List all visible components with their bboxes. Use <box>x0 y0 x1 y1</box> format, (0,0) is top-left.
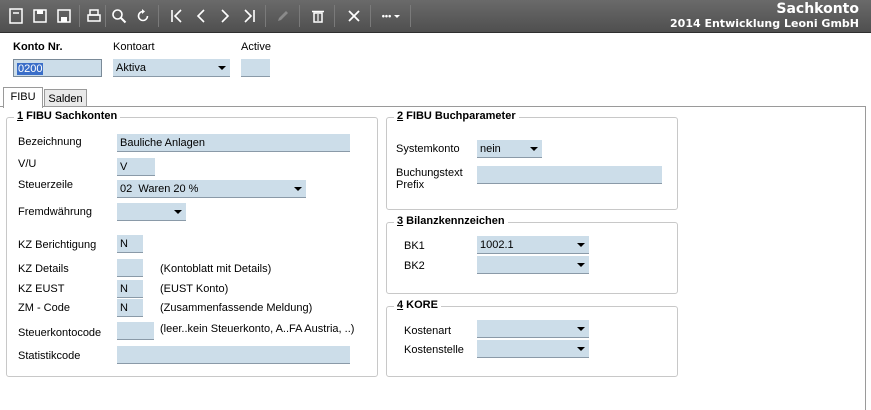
bezeichnung-value: Bauliche Anlagen <box>120 137 206 149</box>
group-fibu-buchparameter: 2 FIBU Buchparameter <box>386 110 678 210</box>
kz-details-label: KZ Details <box>18 263 69 275</box>
chevron-down-icon <box>530 147 538 151</box>
active-label: Active <box>241 41 271 53</box>
kz-berichtigung-value: N <box>120 238 128 250</box>
kostenart-select[interactable] <box>477 320 589 338</box>
first-record-icon[interactable] <box>167 6 187 26</box>
kz-berichtigung-label: KZ Berichtigung <box>18 239 97 251</box>
kontoart-select[interactable]: Aktiva <box>113 59 230 77</box>
bk1-select[interactable]: 1002.1 <box>477 236 589 254</box>
window-title: Sachkonto <box>776 1 859 17</box>
konto-nr-input[interactable]: 0200 <box>13 59 102 77</box>
kz-eust-label: KZ EUST <box>18 283 65 295</box>
previous-record-icon[interactable] <box>191 6 211 26</box>
steuerkontocode-hint: (leer..kein Steuerkonto, A..FA Austria, … <box>160 323 355 335</box>
zm-code-hint: (Zusammenfassende Meldung) <box>160 302 313 314</box>
bezeichnung-label: Bezeichnung <box>18 136 82 148</box>
active-input[interactable] <box>241 59 270 77</box>
refresh-icon[interactable] <box>133 6 153 26</box>
bk2-label: BK2 <box>404 260 425 272</box>
kz-berichtigung-input[interactable]: N <box>117 235 143 253</box>
print-icon[interactable] <box>84 6 104 26</box>
edit-icon[interactable] <box>273 6 293 26</box>
kostenart-label: Kostenart <box>404 325 452 337</box>
statistikcode-input[interactable] <box>117 346 350 364</box>
chevron-down-icon <box>577 327 585 331</box>
chevron-down-icon <box>577 243 585 247</box>
buchungstext-prefix-input[interactable] <box>477 166 662 184</box>
zm-code-value: N <box>120 302 128 314</box>
save-icon[interactable] <box>30 6 50 26</box>
bezeichnung-input[interactable]: Bauliche Anlagen <box>117 134 350 152</box>
window-title-block: Sachkonto 2014 Entwicklung Leoni GmbH <box>670 1 859 31</box>
fremdwaehrung-label: Fremdwährung <box>18 206 92 218</box>
buchungstext-label-line2: Prefix <box>396 179 425 191</box>
chevron-down-icon <box>294 187 302 191</box>
more-label: ••• <box>381 11 392 21</box>
window-subtitle: 2014 Entwicklung Leoni GmbH <box>670 17 859 30</box>
vu-label: V/U <box>18 158 37 170</box>
kostenstelle-label: Kostenstelle <box>404 344 464 356</box>
kz-eust-value: N <box>120 283 128 295</box>
group-kore-title: 4 KORE <box>394 299 441 311</box>
save-close-icon[interactable] <box>54 6 74 26</box>
buchungstext-label-line1: Buchungstext <box>396 167 463 179</box>
tab-salden-label: Salden <box>48 93 83 105</box>
next-record-icon[interactable] <box>215 6 235 26</box>
delete-icon[interactable] <box>308 6 328 26</box>
kontoart-value: Aktiva <box>116 62 146 74</box>
bk2-select[interactable] <box>477 256 589 274</box>
zm-code-label: ZM - Code <box>18 302 70 314</box>
vu-input[interactable]: V <box>117 158 155 176</box>
steuerkontocode-label: Steuerkontocode <box>18 327 102 339</box>
konto-nr-value: 0200 <box>17 63 44 75</box>
tab-fibu[interactable]: FIBU <box>3 87 43 108</box>
bk1-label: BK1 <box>404 240 425 252</box>
systemkonto-select[interactable]: nein <box>477 140 542 158</box>
fremdwaehrung-select[interactable] <box>117 203 186 221</box>
close-icon[interactable] <box>344 6 364 26</box>
search-icon[interactable] <box>109 6 129 26</box>
toolbar: ••• Sachkonto 2014 Entwicklung Leoni Gmb… <box>0 0 871 33</box>
tab-fibu-label: FIBU <box>10 91 36 103</box>
kz-eust-input[interactable]: N <box>117 280 143 298</box>
more-icon[interactable]: ••• <box>378 6 404 26</box>
last-record-icon[interactable] <box>239 6 259 26</box>
tab-salden[interactable]: Salden <box>44 89 87 107</box>
zm-code-input[interactable]: N <box>117 299 143 317</box>
kostenstelle-select[interactable] <box>477 340 589 358</box>
group-fibu-sachkonten-title: 1 FIBU Sachkonten <box>14 110 121 122</box>
kz-details-hint: (Kontoblatt mit Details) <box>160 263 272 275</box>
group-bilanzkennzeichen-title: 3 Bilanzkennzeichen <box>394 215 508 227</box>
systemkonto-value: nein <box>480 143 501 155</box>
statistikcode-label: Statistikcode <box>18 350 81 362</box>
kz-eust-hint: (EUST Konto) <box>160 283 229 295</box>
chevron-down-icon <box>577 347 585 351</box>
group-fibu-buchparameter-title: 2 FIBU Buchparameter <box>394 110 519 122</box>
chevron-down-icon <box>577 263 585 267</box>
konto-nr-label: Konto Nr. <box>13 41 63 53</box>
steuerzeile-select[interactable]: 02 Waren 20 % <box>117 180 306 198</box>
kz-details-input[interactable] <box>117 259 143 277</box>
steuerkontocode-input[interactable] <box>117 322 154 340</box>
chevron-down-icon <box>218 66 226 70</box>
steuerzeile-value: 02 Waren 20 % <box>120 183 199 195</box>
steuerzeile-label: Steuerzeile <box>18 179 74 191</box>
new-icon[interactable] <box>6 6 26 26</box>
kontoart-label: Kontoart <box>113 41 155 53</box>
vu-value: V <box>120 161 128 173</box>
chevron-down-icon <box>174 210 182 214</box>
systemkonto-label: Systemkonto <box>396 143 460 155</box>
bk1-value: 1002.1 <box>480 239 514 251</box>
